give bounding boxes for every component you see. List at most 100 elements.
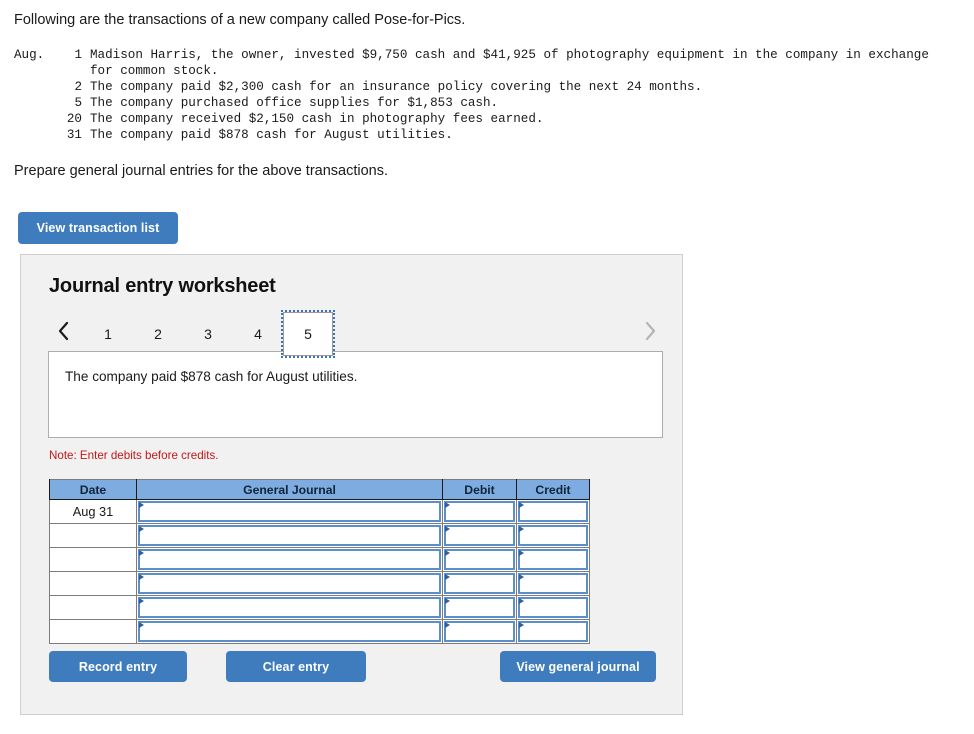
- worksheet-tab-3[interactable]: 3: [183, 317, 233, 351]
- column-header-date: Date: [49, 479, 137, 500]
- credit-input[interactable]: [517, 500, 589, 523]
- prompt-text: Prepare general journal entries for the …: [14, 163, 388, 179]
- debit-cell[interactable]: [442, 619, 517, 644]
- general-journal-cell[interactable]: [136, 595, 443, 620]
- general-journal-cell[interactable]: [136, 523, 443, 548]
- debit-input[interactable]: [443, 572, 516, 595]
- transaction-row: 2 The company paid $2,300 cash for an ins…: [14, 79, 929, 95]
- date-cell[interactable]: [49, 523, 137, 548]
- table-row: [49, 619, 590, 644]
- date-cell[interactable]: [49, 619, 137, 644]
- general-journal-input[interactable]: [137, 620, 442, 643]
- column-header-credit: Credit: [516, 479, 590, 500]
- credit-cell[interactable]: [516, 499, 590, 524]
- worksheet-tab-4[interactable]: 4: [233, 317, 283, 351]
- date-cell[interactable]: [49, 571, 137, 596]
- transaction-month-label: Aug.: [14, 48, 45, 62]
- credit-cell[interactable]: [516, 571, 590, 596]
- chevron-left-icon: [57, 320, 71, 342]
- credit-input[interactable]: [517, 524, 589, 547]
- dropdown-marker-icon: [139, 598, 144, 604]
- debit-cell[interactable]: [442, 523, 517, 548]
- worksheet-tab-label: 1: [104, 326, 112, 342]
- dropdown-marker-icon: [519, 574, 524, 580]
- general-journal-input[interactable]: [137, 548, 442, 571]
- transaction-text: The company purchased office supplies fo…: [90, 96, 499, 110]
- credit-cell[interactable]: [516, 619, 590, 644]
- worksheet-tab-label: 5: [304, 326, 312, 342]
- general-journal-input[interactable]: [137, 596, 442, 619]
- transaction-day: 2: [74, 80, 82, 94]
- table-row: Aug 31: [49, 499, 590, 524]
- dropdown-marker-icon: [445, 574, 450, 580]
- table-row: [49, 523, 590, 548]
- transaction-description-text: The company paid $878 cash for August ut…: [65, 369, 358, 384]
- dropdown-marker-icon: [139, 526, 144, 532]
- table-header-row: Date General Journal Debit Credit: [49, 479, 590, 500]
- date-cell[interactable]: [49, 595, 137, 620]
- dropdown-marker-icon: [445, 526, 450, 532]
- date-cell[interactable]: Aug 31: [49, 499, 137, 524]
- worksheet-tab-2[interactable]: 2: [133, 317, 183, 351]
- dropdown-marker-icon: [445, 502, 450, 508]
- dropdown-marker-icon: [445, 598, 450, 604]
- worksheet-tabstrip: 1 2 3 4 5: [43, 310, 663, 358]
- general-journal-input[interactable]: [137, 500, 442, 523]
- debit-input[interactable]: [443, 620, 516, 643]
- debit-input[interactable]: [443, 596, 516, 619]
- dropdown-marker-icon: [519, 526, 524, 532]
- record-entry-button[interactable]: Record entry: [49, 651, 187, 682]
- date-cell[interactable]: [49, 547, 137, 572]
- credit-input[interactable]: [517, 572, 589, 595]
- table-row: [49, 547, 590, 572]
- debit-input[interactable]: [443, 524, 516, 547]
- debit-cell[interactable]: [442, 571, 517, 596]
- credit-input[interactable]: [517, 596, 589, 619]
- credit-cell[interactable]: [516, 595, 590, 620]
- debit-cell[interactable]: [442, 547, 517, 572]
- transaction-text: The company paid $2,300 cash for an insu…: [90, 80, 703, 94]
- intro-text: Following are the transactions of a new …: [14, 12, 466, 28]
- debits-before-credits-note: Note: Enter debits before credits.: [49, 449, 219, 462]
- transaction-text-continued: for common stock.: [90, 64, 219, 78]
- debit-cell[interactable]: [442, 595, 517, 620]
- transaction-day: 20: [66, 112, 82, 126]
- dropdown-marker-icon: [519, 622, 524, 628]
- clear-entry-button[interactable]: Clear entry: [226, 651, 366, 682]
- dropdown-marker-icon: [139, 574, 144, 580]
- worksheet-tab-1[interactable]: 1: [83, 317, 133, 351]
- debit-input[interactable]: [443, 500, 516, 523]
- general-journal-cell[interactable]: [136, 499, 443, 524]
- previous-entry-button[interactable]: [51, 311, 77, 351]
- page-title: Journal entry worksheet: [49, 275, 276, 297]
- worksheet-tab-label: 3: [204, 326, 212, 342]
- debit-input[interactable]: [443, 548, 516, 571]
- next-entry-button[interactable]: [637, 311, 663, 351]
- general-journal-input[interactable]: [137, 572, 442, 595]
- credit-input[interactable]: [517, 548, 589, 571]
- transaction-day: 5: [74, 96, 82, 110]
- dropdown-marker-icon: [519, 598, 524, 604]
- worksheet-tab-5[interactable]: 5: [281, 310, 335, 358]
- transaction-day: 31: [66, 128, 82, 142]
- transaction-description-box: The company paid $878 cash for August ut…: [48, 351, 663, 438]
- view-transaction-list-button[interactable]: View transaction list: [18, 212, 178, 244]
- credit-cell[interactable]: [516, 523, 590, 548]
- general-journal-cell[interactable]: [136, 619, 443, 644]
- view-general-journal-button[interactable]: View general journal: [500, 651, 656, 682]
- credit-cell[interactable]: [516, 547, 590, 572]
- general-journal-input[interactable]: [137, 524, 442, 547]
- transaction-list: Aug. 1 Madison Harris, the owner, invested…: [14, 47, 929, 143]
- credit-input[interactable]: [517, 620, 589, 643]
- transaction-day: 1: [74, 48, 82, 62]
- debit-cell[interactable]: [442, 499, 517, 524]
- transaction-row: 20 The company received $2,150 cash in ph…: [14, 111, 929, 127]
- worksheet-tabs: 1 2 3 4 5: [83, 310, 335, 358]
- dropdown-marker-icon: [445, 550, 450, 556]
- general-journal-cell[interactable]: [136, 571, 443, 596]
- chevron-right-icon: [643, 320, 657, 342]
- transaction-row: 5 The company purchased office supplies f…: [14, 95, 929, 111]
- column-header-debit: Debit: [442, 479, 517, 500]
- worksheet-tab-label: 4: [254, 326, 262, 342]
- general-journal-cell[interactable]: [136, 547, 443, 572]
